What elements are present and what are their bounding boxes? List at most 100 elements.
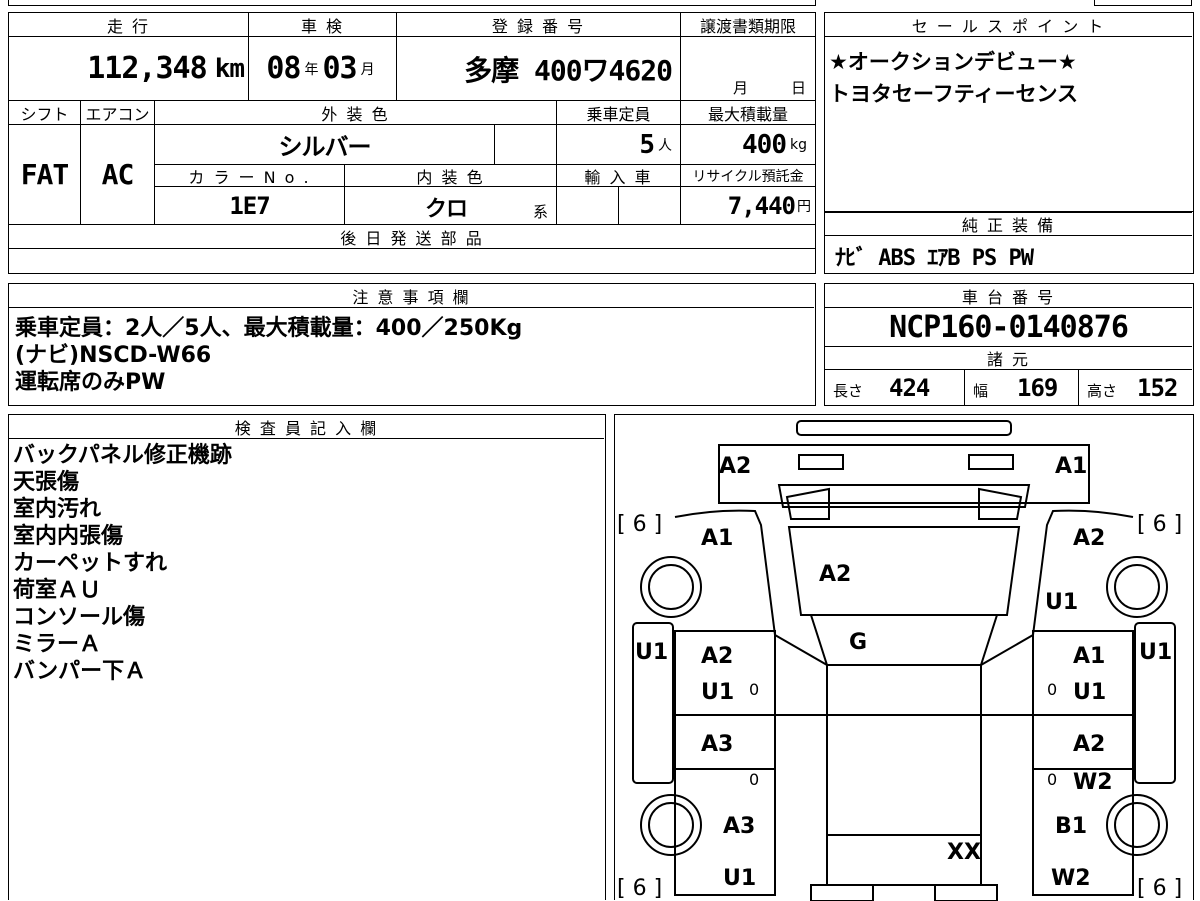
label-fender-left: A3 — [723, 814, 755, 839]
label-zero-4: 0 — [1047, 770, 1057, 789]
chassis-number: NCP160-0140876 — [889, 309, 1129, 345]
label-hood: XX — [947, 840, 981, 865]
inspector-line-2: 天張傷 — [13, 470, 80, 495]
max-load-cell: 400 kg — [681, 125, 816, 165]
notes-box: 注 意 事 項 欄 乗車定員：2人／5人、最大積載量：400／250Kg (ナビ… — [8, 283, 816, 406]
top-strip-right — [1094, 0, 1192, 6]
top-strip — [8, 0, 816, 6]
label-front-door-right-a: A2 — [1073, 732, 1105, 757]
import-header: 輸 入 車 — [557, 165, 681, 187]
inspector-box: 検 査 員 記 入 欄 バックパネル修正機跡 天張傷 室内汚れ 室内内張傷 カー… — [8, 414, 606, 900]
interior-suffix: 系 — [533, 203, 549, 221]
genuine-equipment-box: 純 正 装 備 ﾅﾋﾞ ABS ｴｱB PS PW — [824, 212, 1194, 274]
shaken-month-unit: 月 — [360, 61, 375, 78]
specs-header: 諸 元 — [825, 346, 1192, 370]
note-line-2: (ナビ)NSCD-W66 — [15, 343, 212, 368]
transfer-deadline-header: 譲渡書類期限 — [681, 13, 816, 37]
shaken-header: 車 検 — [249, 13, 397, 37]
label-front-door-left: A3 — [701, 732, 733, 757]
shaken-year-unit: 年 — [304, 61, 319, 78]
label-quarter-left: A1 — [701, 526, 733, 551]
interior-color-value: クロ — [425, 197, 468, 222]
label-zero-3: 0 — [749, 770, 759, 789]
vehicle-info-table: 走 行 車 検 登 録 番 号 譲渡書類期限 112,348 km 08 年 0… — [8, 12, 816, 274]
label-rear-door-right-b: U1 — [1073, 680, 1106, 705]
inspector-line-8: ミラーＡ — [13, 632, 102, 657]
aircon-value: AC — [101, 158, 135, 191]
deadline-cell: 月 日 — [681, 37, 816, 101]
color-no-cell: 1E7 — [155, 187, 345, 225]
label-rear-door-right-a: A1 — [1073, 644, 1105, 669]
label-side-right: U1 — [1139, 640, 1172, 665]
deadline-month: 月 — [733, 79, 749, 97]
spec-length-cell: 長さ 424 — [825, 370, 965, 405]
spec-width-value: 169 — [1017, 374, 1058, 402]
spec-height-label: 高さ — [1087, 382, 1118, 400]
genuine-equipment-value: ﾅﾋﾞ ABS ｴｱB PS PW — [835, 246, 1034, 271]
shaken-month: 03 — [322, 51, 358, 86]
spec-width-cell: 幅 169 — [965, 370, 1079, 405]
exterior-color-cell: シルバー — [155, 125, 495, 165]
import-cell-1 — [557, 187, 619, 225]
inspector-line-5: カーペットすれ — [13, 551, 168, 576]
label-front-right: W2 — [1051, 866, 1091, 891]
label-tire-rl: [ 6 ] — [617, 512, 662, 537]
chassis-box: 車 台 番 号 NCP160-0140876 諸 元 長さ 424 幅 169 … — [824, 283, 1194, 406]
label-roof: G — [849, 630, 867, 655]
shift-header: シフト — [9, 101, 81, 125]
interior-color-cell: クロ 系 — [345, 187, 557, 225]
color-no-header: カ ラ ー N o . — [155, 165, 345, 187]
shaken-cell: 08 年 03 月 — [249, 37, 397, 101]
label-zero-1: 0 — [749, 680, 759, 699]
aircon-header: エアコン — [81, 101, 155, 125]
sales-points-box: セ ー ル ス ポ イ ン ト ★オークションデビュー★ トヨタセーフティーセン… — [824, 12, 1194, 212]
inspector-line-9: バンパー下Ａ — [13, 659, 147, 684]
label-front-door-right-b: W2 — [1073, 770, 1113, 795]
capacity-value: 5 — [639, 129, 655, 160]
label-rear-door-left-a: A2 — [701, 644, 733, 669]
car-diagram: A2 A1 [ 6 ] [ 6 ] A1 A2 A2 U1 G U1 U1 A2… — [617, 420, 1182, 901]
inspector-header: 検 査 員 記 入 欄 — [9, 415, 604, 439]
deadline-day: 日 — [791, 79, 807, 97]
label-tire-rr: [ 6 ] — [1137, 512, 1182, 537]
label-quarter-right-lower: U1 — [1045, 590, 1078, 615]
mileage-unit: km — [214, 53, 245, 84]
color-no-value: 1E7 — [229, 191, 270, 220]
import-cell-2 — [619, 187, 681, 225]
note-line-3: 運転席のみPW — [15, 370, 166, 395]
shift-value: FAT — [20, 158, 70, 191]
mileage-cell: 112,348 km — [9, 37, 249, 101]
label-fender-right: B1 — [1055, 814, 1087, 839]
label-zero-2: 0 — [1047, 680, 1057, 699]
label-side-left: U1 — [635, 640, 668, 665]
inspector-line-1: バックパネル修正機跡 — [13, 443, 232, 468]
sales-point-2: トヨタセーフティーセンス — [829, 82, 1079, 106]
max-load-unit: kg — [790, 136, 807, 153]
interior-color-header: 内 装 色 — [345, 165, 557, 187]
chassis-header: 車 台 番 号 — [825, 284, 1192, 308]
inspector-line-3: 室内汚れ — [13, 497, 102, 522]
spec-height-cell: 高さ 152 — [1079, 370, 1192, 405]
exterior-color-header: 外 装 色 — [155, 101, 557, 125]
shaken-year: 08 — [266, 51, 301, 86]
recycle-fee-unit: 円 — [797, 198, 811, 215]
note-line-1: 乗車定員：2人／5人、最大積載量：400／250Kg — [15, 316, 523, 341]
spec-width-label: 幅 — [973, 382, 989, 400]
capacity-unit: 人 — [658, 137, 672, 154]
recycle-fee-header: リサイクル預託金 — [681, 165, 816, 187]
inspector-line-4: 室内内張傷 — [13, 524, 124, 549]
reg-number: 多摩 400ワ4620 — [464, 53, 673, 87]
reg-number-header: 登 録 番 号 — [397, 13, 681, 37]
later-parts-header: 後 日 発 送 部 品 — [9, 225, 816, 249]
genuine-equipment-header: 純 正 装 備 — [825, 212, 1192, 236]
label-tire-fl: [ 6 ] — [617, 876, 662, 901]
car-diagram-box: A2 A1 [ 6 ] [ 6 ] A1 A2 A2 U1 G U1 U1 A2… — [614, 414, 1194, 901]
sales-points-header: セ ー ル ス ポ イ ン ト — [825, 13, 1192, 37]
label-rear-left: A2 — [719, 454, 751, 479]
mileage-value: 112,348 — [87, 51, 207, 86]
label-rear-right: A1 — [1055, 454, 1087, 479]
label-roof-rear: A2 — [819, 562, 851, 587]
aircon-cell: AC — [81, 125, 155, 225]
exterior-color-extra — [495, 125, 557, 165]
label-rear-door-left-b: U1 — [701, 680, 734, 705]
